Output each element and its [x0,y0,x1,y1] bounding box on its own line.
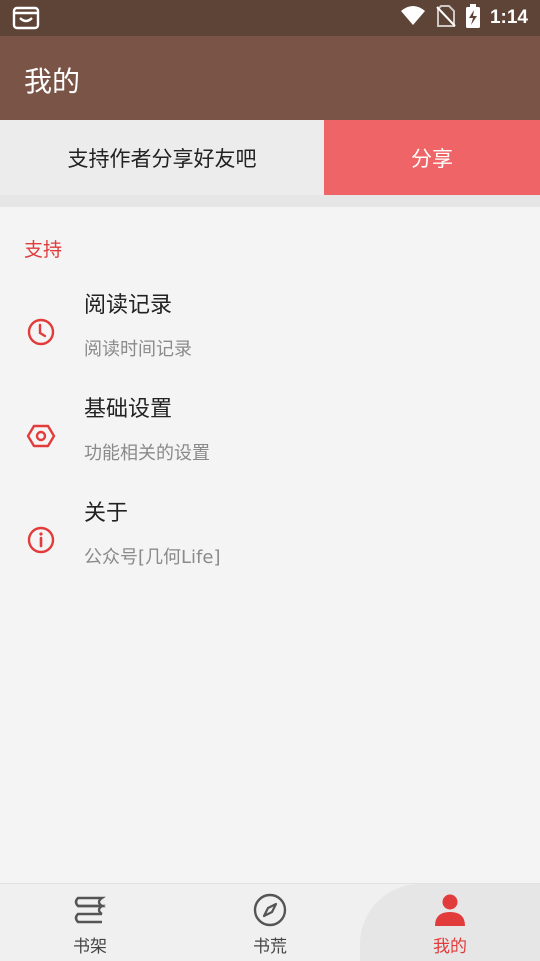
bottom-navigation: 书架 书荒 我的 [0,883,540,961]
share-button[interactable]: 分享 [324,120,540,195]
info-icon [26,525,56,555]
nav-tab-discover[interactable]: 书荒 [180,884,360,961]
menu-item-title: 关于 [84,501,129,526]
nav-tab-mine[interactable]: 我的 [360,884,540,961]
status-bar: 1:14 [0,0,540,36]
nav-tab-bookshelf[interactable]: 书架 [0,884,180,961]
menu-item-subtitle: 阅读时间记录 [84,339,192,360]
clock-time: 1:14 [489,7,528,28]
menu-item-title: 基础设置 [84,397,173,422]
settings-hexagon-icon [26,421,56,451]
menu-item-reading-history[interactable]: 阅读记录 阅读时间记录 [0,287,540,391]
compass-icon [252,892,288,928]
menu-item-subtitle: 功能相关的设置 [84,443,210,464]
menu-item-about[interactable]: 关于 公众号[几何Life] [0,495,540,599]
page-title: 我的 [24,65,81,98]
battery-charging-icon [465,4,480,32]
share-prompt: 支持作者分享好友吧 [67,146,257,171]
app-notification-icon [12,6,40,30]
share-banner: 支持作者分享好友吧 分享 [0,120,540,195]
app-bar: 我的 [0,36,540,120]
menu-item-subtitle: 公众号[几何Life] [84,547,221,568]
menu-item-basic-settings[interactable]: 基础设置 功能相关的设置 [0,391,540,495]
section-title: 支持 [24,239,63,261]
nav-label: 书架 [73,937,107,957]
nav-label: 我的 [433,937,467,957]
bookshelf-icon [72,892,108,928]
wifi-icon [400,5,426,31]
main-content: 支持 阅读记录 阅读时间记录 基础设置 功能相关的设置 关于 公众号[几何Lif… [0,207,540,883]
no-sim-icon [436,5,456,31]
person-icon [432,892,468,928]
clock-icon [26,317,56,347]
menu-item-title: 阅读记录 [84,293,173,318]
divider [0,195,540,207]
nav-label: 书荒 [253,937,287,957]
